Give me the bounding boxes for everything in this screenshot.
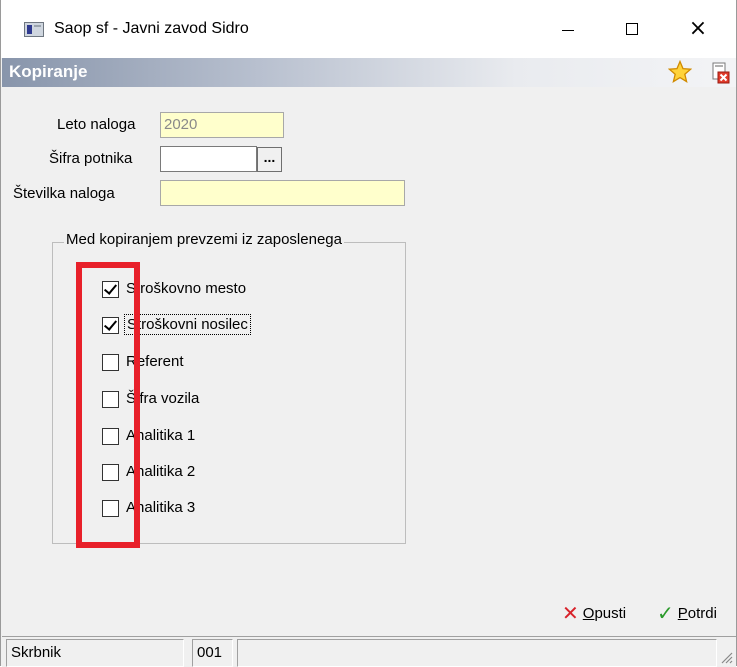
maximize-button[interactable] (600, 0, 664, 58)
status-message (237, 639, 717, 667)
option-label: Stroškovno mesto (126, 280, 247, 297)
sifra-potnika-field[interactable] (160, 146, 257, 172)
maximize-icon (626, 23, 638, 35)
leto-naloga-label: Leto naloga (57, 116, 136, 133)
dialog-window: Saop sf - Javni zavod Sidro × Kopiranje … (0, 0, 737, 667)
confirm-button[interactable]: ✓ Potrdi (657, 600, 717, 626)
sifra-potnika-label: Šifra potnika (49, 150, 133, 167)
minimize-button[interactable] (536, 0, 600, 58)
section-title: Kopiranje (9, 62, 88, 81)
resize-grip-icon[interactable] (719, 650, 733, 664)
cancel-accel: O (582, 604, 595, 622)
app-icon (24, 22, 44, 37)
browse-button[interactable]: ... (257, 147, 282, 172)
stevilka-naloga-field[interactable] (160, 180, 405, 206)
stevilka-naloga-label: Številka naloga (13, 185, 115, 202)
title-bar: Saop sf - Javni zavod Sidro × (1, 0, 736, 58)
confirm-label: otrdi (687, 604, 717, 622)
close-document-icon[interactable] (711, 62, 731, 84)
group-legend: Med kopiranjem prevzemi iz zaposlenega (64, 231, 344, 248)
section-header: Kopiranje (2, 58, 736, 87)
x-icon: ✕ (562, 601, 579, 625)
highlight-annotation (76, 262, 140, 548)
status-bar: Skrbnik 001 (2, 636, 736, 667)
leto-naloga-field[interactable]: 2020 (160, 112, 284, 138)
cancel-button[interactable]: ✕ Opusti (562, 600, 626, 626)
cancel-label: pusti (594, 604, 627, 622)
checkmark-icon: ✓ (657, 601, 674, 625)
minimize-icon (562, 29, 574, 31)
close-window-button[interactable]: × (666, 0, 730, 58)
confirm-accel: P (677, 604, 688, 622)
close-icon: × (688, 16, 708, 41)
status-user: Skrbnik (6, 639, 184, 667)
window-title: Saop sf - Javni zavod Sidro (54, 20, 249, 37)
option-label: Stroškovni nosilec (124, 314, 251, 335)
star-icon[interactable] (668, 60, 692, 84)
status-code: 001 (192, 639, 233, 667)
